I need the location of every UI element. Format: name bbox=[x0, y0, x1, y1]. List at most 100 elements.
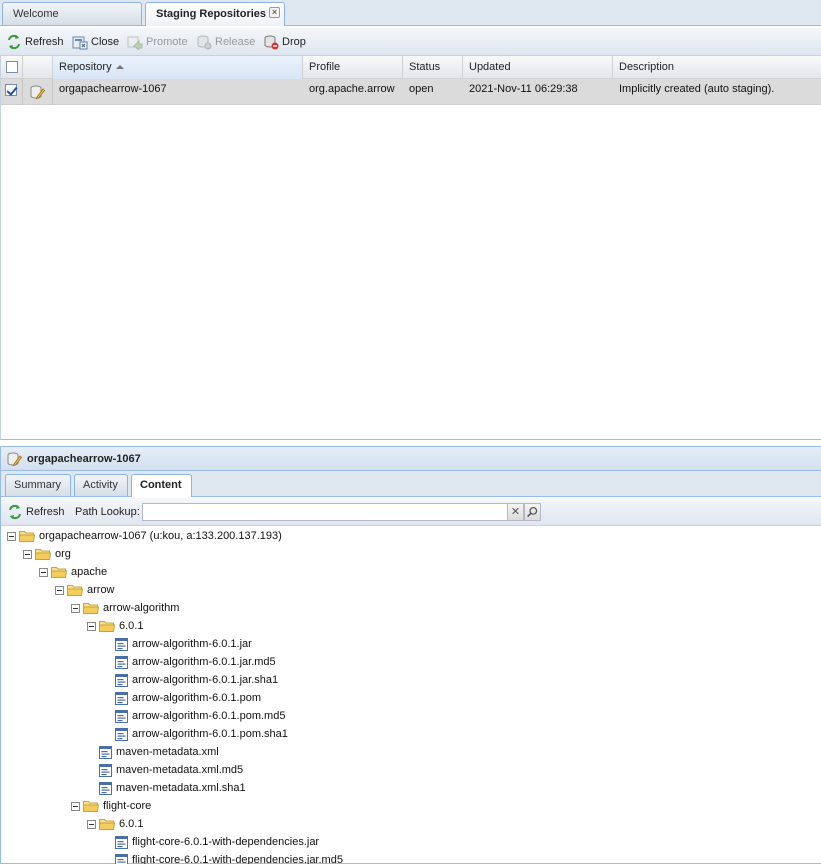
close-label: Close bbox=[91, 36, 120, 48]
tree-folder-node[interactable]: 6.0.1 bbox=[87, 815, 143, 833]
column-header-description[interactable]: Description bbox=[613, 56, 821, 79]
row-checkbox[interactable] bbox=[5, 84, 17, 96]
collapse-toggle-icon[interactable] bbox=[39, 567, 48, 577]
refresh-icon bbox=[6, 34, 22, 50]
file-icon bbox=[115, 853, 128, 864]
close-repo-icon bbox=[72, 34, 88, 50]
tree-node-label: 6.0.1 bbox=[119, 620, 144, 632]
tree-file-node[interactable]: flight-core-6.0.1-with-dependencies.jar.… bbox=[103, 851, 343, 864]
staging-repository-icon bbox=[6, 451, 22, 467]
tab-welcome[interactable]: Welcome bbox=[2, 2, 142, 25]
tree-file-node[interactable]: arrow-algorithm-6.0.1.pom.md5 bbox=[103, 707, 285, 725]
row-icon-cell bbox=[23, 79, 53, 105]
column-header-repository[interactable]: Repository bbox=[53, 56, 303, 79]
row-checkbox-cell[interactable] bbox=[1, 79, 23, 105]
content-refresh-button[interactable]: Refresh bbox=[7, 504, 65, 520]
collapse-toggle-icon[interactable] bbox=[71, 801, 80, 811]
tree-file-node[interactable]: maven-metadata.xml.md5 bbox=[87, 761, 243, 779]
tab-summary-label: Summary bbox=[14, 479, 62, 491]
tab-activity[interactable]: Activity bbox=[74, 474, 128, 496]
detail-tab-bar: Summary Activity Content bbox=[1, 471, 821, 497]
tree-node-label: arrow-algorithm-6.0.1.jar.md5 bbox=[132, 656, 276, 668]
column-status-label: Status bbox=[409, 61, 441, 73]
collapse-toggle-icon[interactable] bbox=[87, 621, 96, 631]
folder-icon bbox=[67, 584, 84, 596]
tab-staging-repositories-label: Staging Repositories bbox=[156, 8, 267, 20]
column-repository-label: Repository bbox=[59, 61, 112, 73]
column-description-label: Description bbox=[619, 61, 675, 73]
tree-file-node[interactable]: arrow-algorithm-6.0.1.jar.sha1 bbox=[103, 671, 278, 689]
detail-panel-header: orgapachearrow-1067 bbox=[1, 447, 821, 471]
collapse-toggle-icon[interactable] bbox=[55, 585, 64, 595]
sort-ascending-icon bbox=[115, 65, 124, 70]
release-label: Release bbox=[215, 36, 256, 48]
promote-icon bbox=[127, 34, 143, 50]
staging-repositories-grid: Repository Profile Status Updated Descri… bbox=[0, 56, 821, 440]
tree-folder-node[interactable]: arrow-algorithm bbox=[71, 599, 179, 617]
folder-icon bbox=[19, 530, 36, 542]
tab-summary[interactable]: Summary bbox=[5, 474, 71, 496]
tree-node-label: arrow-algorithm-6.0.1.pom.sha1 bbox=[132, 728, 288, 740]
cell-status: open bbox=[409, 83, 434, 95]
tree-node-label: flight-core bbox=[103, 800, 152, 812]
drop-label: Drop bbox=[282, 36, 306, 48]
tree-file-node[interactable]: arrow-algorithm-6.0.1.pom bbox=[103, 689, 261, 707]
close-repository-button[interactable]: Close bbox=[72, 34, 119, 50]
collapse-toggle-icon[interactable] bbox=[87, 819, 96, 829]
tree-node-label: 6.0.1 bbox=[119, 818, 144, 830]
tree-file-node[interactable]: maven-metadata.xml.sha1 bbox=[87, 779, 246, 797]
tree-folder-node[interactable]: 6.0.1 bbox=[87, 617, 143, 635]
select-all-header[interactable] bbox=[1, 56, 23, 79]
tree-file-node[interactable]: arrow-algorithm-6.0.1.jar bbox=[103, 635, 252, 653]
tree-file-node[interactable]: arrow-algorithm-6.0.1.pom.sha1 bbox=[103, 725, 288, 743]
content-refresh-label: Refresh bbox=[26, 506, 65, 518]
tab-content[interactable]: Content bbox=[131, 474, 192, 497]
tree-node-label: org bbox=[55, 548, 71, 560]
cell-profile: org.apache.arrow bbox=[309, 83, 395, 95]
refresh-label: Refresh bbox=[25, 36, 64, 48]
icon-column-header bbox=[23, 56, 53, 79]
tree-folder-node[interactable]: arrow bbox=[55, 581, 115, 599]
promote-button[interactable]: Promote bbox=[127, 34, 188, 50]
file-icon bbox=[115, 691, 128, 705]
release-button[interactable]: Release bbox=[196, 34, 255, 50]
folder-icon bbox=[83, 602, 100, 614]
tab-close-icon[interactable]: × bbox=[269, 7, 280, 18]
collapse-toggle-icon[interactable] bbox=[7, 531, 16, 541]
tab-welcome-label: Welcome bbox=[13, 8, 59, 20]
tree-folder-node[interactable]: flight-core bbox=[71, 797, 151, 815]
tree-node-label: flight-core-6.0.1-with-dependencies.jar bbox=[132, 836, 320, 848]
drop-button[interactable]: Drop bbox=[263, 34, 306, 50]
collapse-toggle-icon[interactable] bbox=[71, 603, 80, 613]
table-row[interactable]: orgapachearrow-1067 org.apache.arrow ope… bbox=[1, 79, 821, 105]
tree-folder-node[interactable]: org bbox=[23, 545, 71, 563]
path-lookup-input[interactable] bbox=[142, 503, 508, 521]
column-header-profile[interactable]: Profile bbox=[303, 56, 403, 79]
search-icon[interactable] bbox=[524, 503, 541, 521]
tree-file-node[interactable]: arrow-algorithm-6.0.1.jar.md5 bbox=[103, 653, 276, 671]
tab-staging-repositories[interactable]: Staging Repositories × bbox=[145, 2, 285, 26]
tree-folder-node[interactable]: orgapachearrow-1067 (u:kou, a:133.200.13… bbox=[7, 527, 282, 545]
tree-node-label: maven-metadata.xml bbox=[116, 746, 219, 758]
column-header-status[interactable]: Status bbox=[403, 56, 463, 79]
tree-node-label: arrow-algorithm-6.0.1.jar.sha1 bbox=[132, 674, 279, 686]
grid-header: Repository Profile Status Updated Descri… bbox=[1, 56, 821, 79]
column-header-updated[interactable]: Updated bbox=[463, 56, 613, 79]
tree-file-node[interactable]: flight-core-6.0.1-with-dependencies.jar bbox=[103, 833, 319, 851]
clear-path-icon[interactable]: ✕ bbox=[507, 503, 524, 521]
tab-content-label: Content bbox=[140, 479, 182, 491]
refresh-button[interactable]: Refresh bbox=[6, 34, 64, 50]
detail-title: orgapachearrow-1067 bbox=[27, 452, 141, 465]
select-all-checkbox[interactable] bbox=[6, 61, 18, 73]
file-icon bbox=[99, 781, 112, 795]
file-icon bbox=[115, 673, 128, 687]
drop-icon bbox=[263, 34, 279, 50]
folder-icon bbox=[51, 566, 68, 578]
tree-file-node[interactable]: maven-metadata.xml bbox=[87, 743, 219, 761]
file-icon bbox=[115, 637, 128, 651]
collapse-toggle-icon[interactable] bbox=[23, 549, 32, 559]
tree-node-label: apache bbox=[71, 566, 108, 578]
promote-label: Promote bbox=[146, 36, 188, 48]
tree-node-label: maven-metadata.xml.sha1 bbox=[116, 782, 246, 794]
tree-folder-node[interactable]: apache bbox=[39, 563, 107, 581]
